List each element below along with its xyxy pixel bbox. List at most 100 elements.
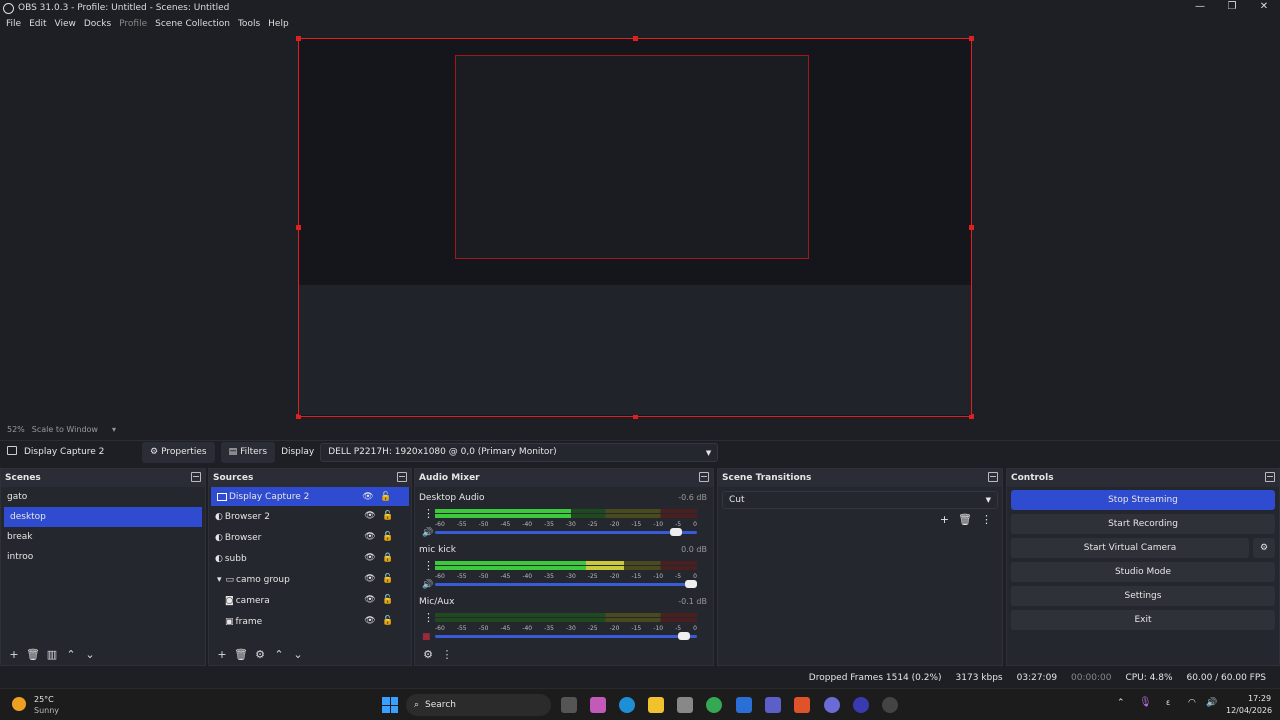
weather-desc[interactable]: Sunny: [34, 706, 59, 715]
speaker-icon[interactable]: 🔊: [422, 528, 433, 538]
windows-start-icon[interactable]: [382, 697, 398, 713]
microphone-icon[interactable]: 🎙: [1139, 697, 1152, 708]
transition-select[interactable]: Cut ▼: [722, 491, 998, 509]
unlock-icon[interactable]: 🔓: [377, 492, 395, 502]
scene-item[interactable]: introo: [1, 547, 205, 567]
chevron-up-icon[interactable]: ⌃: [1117, 698, 1125, 708]
edge-icon[interactable]: [619, 697, 635, 713]
speaker-icon[interactable]: 🔊: [422, 580, 433, 590]
source-item[interactable]: Display Capture 2 👁 🔓: [211, 487, 409, 506]
trash-icon[interactable]: 🗑: [958, 513, 972, 526]
file-explorer-icon[interactable]: [648, 697, 664, 713]
teams-icon[interactable]: [765, 697, 781, 713]
eye-icon[interactable]: 👁: [361, 553, 379, 563]
menu-help[interactable]: Help: [268, 19, 289, 29]
studio-mode-button[interactable]: Studio Mode: [1011, 562, 1275, 582]
add-icon[interactable]: +: [5, 648, 23, 661]
undock-icon[interactable]: [397, 472, 407, 482]
close-button[interactable]: ✕: [1248, 0, 1280, 16]
scene-item[interactable]: gato: [1, 487, 205, 507]
arrow-up-icon[interactable]: ⌃: [270, 648, 288, 661]
arrow-down-icon[interactable]: ⌄: [289, 648, 307, 661]
chevron-down-icon[interactable]: ▾: [217, 575, 222, 585]
menu-scene-collection[interactable]: Scene Collection: [155, 19, 230, 29]
exit-button[interactable]: Exit: [1011, 610, 1275, 630]
volume-knob[interactable]: [685, 580, 697, 588]
scale-mode[interactable]: Scale to Window: [32, 425, 98, 434]
preview-canvas[interactable]: [296, 36, 974, 419]
menu-file[interactable]: File: [6, 19, 21, 29]
arrow-up-icon[interactable]: ⌃: [62, 648, 80, 661]
add-icon[interactable]: +: [940, 513, 949, 526]
unlock-icon[interactable]: 🔓: [379, 595, 397, 605]
display-select[interactable]: DELL P2217H: 1920x1080 @ 0,0 (Primary Mo…: [320, 442, 719, 462]
undock-icon[interactable]: [1265, 472, 1275, 482]
source-item[interactable]: ▣ frame 👁 🔓: [209, 611, 411, 632]
filter-icon[interactable]: ▥: [43, 648, 61, 661]
store-icon[interactable]: [677, 697, 693, 713]
minimize-button[interactable]: —: [1184, 0, 1216, 16]
volume-slider[interactable]: [435, 528, 697, 536]
unlock-icon[interactable]: 🔓: [379, 574, 397, 584]
more-icon[interactable]: ⋮: [423, 611, 434, 624]
gear-icon[interactable]: ⚙: [251, 648, 269, 661]
more-icon[interactable]: ⋮: [438, 648, 456, 661]
start-recording-button[interactable]: Start Recording: [1011, 514, 1275, 534]
eye-icon[interactable]: 👁: [361, 511, 379, 521]
mute-icon[interactable]: ■: [422, 632, 431, 642]
weather-temp[interactable]: 25°C: [34, 695, 54, 704]
source-item[interactable]: ◐ Browser 2 👁 🔓: [209, 506, 411, 527]
volume-slider[interactable]: [435, 632, 697, 640]
undock-icon[interactable]: [191, 472, 201, 482]
resize-handle[interactable]: [296, 225, 301, 230]
resize-handle[interactable]: [633, 36, 638, 41]
taskbar-search[interactable]: ⌕ Search: [406, 694, 551, 716]
mail-icon[interactable]: [736, 697, 752, 713]
properties-button[interactable]: ⚙ Properties: [142, 441, 215, 463]
volume-knob[interactable]: [677, 632, 690, 640]
stop-streaming-button[interactable]: Stop Streaming: [1011, 490, 1275, 510]
language-icon[interactable]: ε: [1166, 698, 1170, 707]
scene-item[interactable]: break: [1, 527, 205, 547]
discord-icon[interactable]: [824, 697, 840, 713]
wifi-icon[interactable]: ◠: [1188, 698, 1196, 708]
volume-knob[interactable]: [670, 528, 682, 536]
source-item[interactable]: ◐ Browser 👁 🔓: [209, 527, 411, 548]
clock-date[interactable]: 12/04/2026: [1226, 706, 1272, 715]
add-icon[interactable]: +: [213, 648, 231, 661]
obs-taskbar-icon[interactable]: [882, 697, 898, 713]
settings-button[interactable]: Settings: [1011, 586, 1275, 606]
source-item[interactable]: ◐ subb 👁 🔒: [209, 548, 411, 569]
gear-icon[interactable]: ⚙: [419, 648, 437, 661]
undock-icon[interactable]: [699, 472, 709, 482]
more-icon[interactable]: ⋮: [423, 507, 434, 520]
eye-icon[interactable]: 👁: [361, 574, 379, 584]
unlock-icon[interactable]: 🔓: [379, 616, 397, 626]
arrow-down-icon[interactable]: ⌄: [81, 648, 99, 661]
lock-icon[interactable]: 🔒: [379, 553, 397, 563]
chrome-icon[interactable]: [706, 697, 722, 713]
source-item[interactable]: ▾ ▭ camo group 👁 🔓: [209, 569, 411, 590]
menu-edit[interactable]: Edit: [29, 19, 46, 29]
chevron-down-icon[interactable]: ▾: [112, 425, 116, 434]
resize-handle[interactable]: [969, 36, 974, 41]
more-icon[interactable]: ⋮: [423, 559, 434, 572]
resize-handle[interactable]: [296, 36, 301, 41]
eye-icon[interactable]: 👁: [361, 595, 379, 605]
more-icon[interactable]: ⋮: [981, 513, 992, 526]
copilot-icon[interactable]: [590, 697, 606, 713]
menu-profile[interactable]: Profile: [119, 19, 147, 29]
brave-icon[interactable]: [794, 697, 810, 713]
menu-docks[interactable]: Docks: [84, 19, 111, 29]
unlock-icon[interactable]: 🔓: [379, 532, 397, 542]
menu-tools[interactable]: Tools: [238, 19, 260, 29]
undock-icon[interactable]: [988, 472, 998, 482]
virtual-camera-settings-button[interactable]: ⚙: [1253, 538, 1275, 558]
unlock-icon[interactable]: 🔓: [379, 511, 397, 521]
resize-handle[interactable]: [969, 225, 974, 230]
clock-time[interactable]: 17:29: [1248, 694, 1271, 703]
speaker-icon[interactable]: 🔊: [1206, 698, 1217, 708]
eye-icon[interactable]: 👁: [361, 532, 379, 542]
volume-slider[interactable]: [435, 580, 697, 588]
start-virtual-camera-button[interactable]: Start Virtual Camera: [1011, 538, 1249, 558]
